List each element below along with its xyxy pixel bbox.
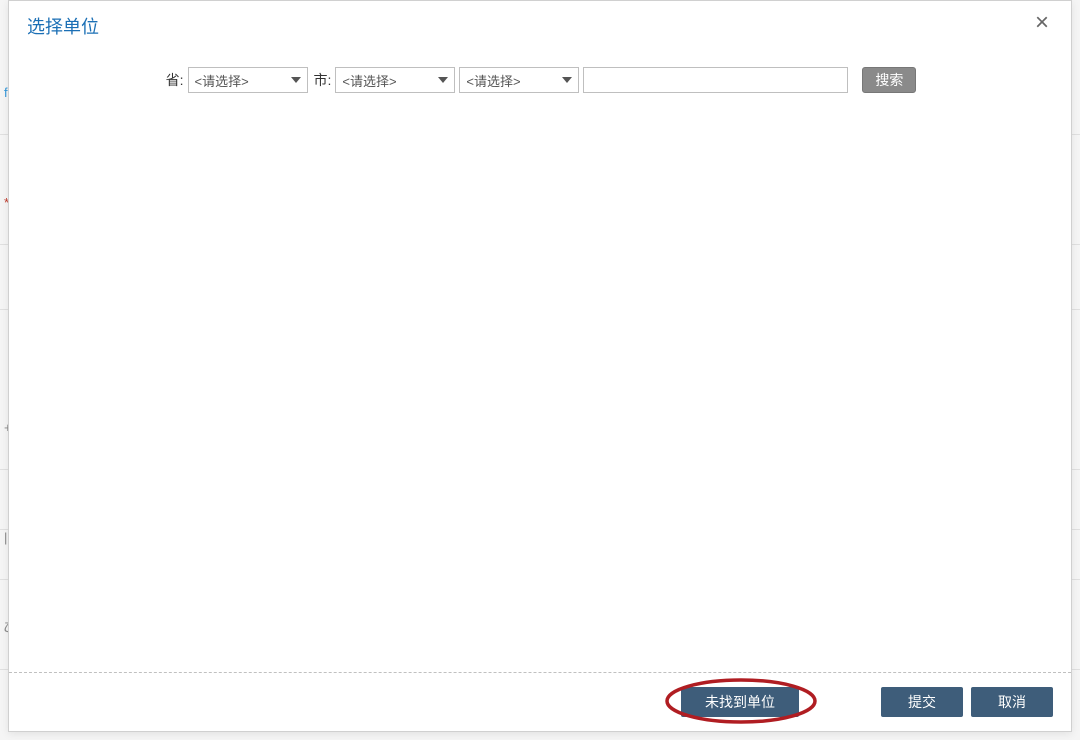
submit-button[interactable]: 提交 <box>881 687 963 717</box>
modal-header: 选择单位 × <box>9 1 1071 47</box>
chevron-down-icon <box>291 77 301 83</box>
province-select[interactable]: <请选择> <box>188 67 308 93</box>
modal-footer: 未找到单位 提交 取消 <box>9 672 1071 731</box>
close-button[interactable]: × <box>1029 9 1055 37</box>
province-label: 省: <box>166 70 184 90</box>
not-found-highlight-wrap: 未找到单位 <box>681 687 799 717</box>
results-area <box>9 103 1071 672</box>
chevron-down-icon <box>438 77 448 83</box>
district-select[interactable]: <请选择> <box>459 67 579 93</box>
search-button[interactable]: 搜索 <box>862 67 916 93</box>
district-select-value: <请选择> <box>466 74 520 89</box>
province-select-value: <请选择> <box>195 74 249 89</box>
city-select[interactable]: <请选择> <box>335 67 455 93</box>
select-unit-modal: 选择单位 × 省: <请选择> 市: <请选择> <请选择> 搜索 未找到单位 <box>8 0 1072 732</box>
city-select-value: <请选择> <box>342 74 396 89</box>
keyword-input[interactable] <box>583 67 848 93</box>
modal-title: 选择单位 <box>27 13 1053 39</box>
bg-marker: | <box>4 530 7 545</box>
not-found-button[interactable]: 未找到单位 <box>681 687 799 717</box>
city-label: 市: <box>314 70 332 90</box>
chevron-down-icon <box>562 77 572 83</box>
cancel-button[interactable]: 取消 <box>971 687 1053 717</box>
close-icon: × <box>1035 9 1049 36</box>
filter-row: 省: <请选择> 市: <请选择> <请选择> 搜索 <box>9 47 1071 103</box>
